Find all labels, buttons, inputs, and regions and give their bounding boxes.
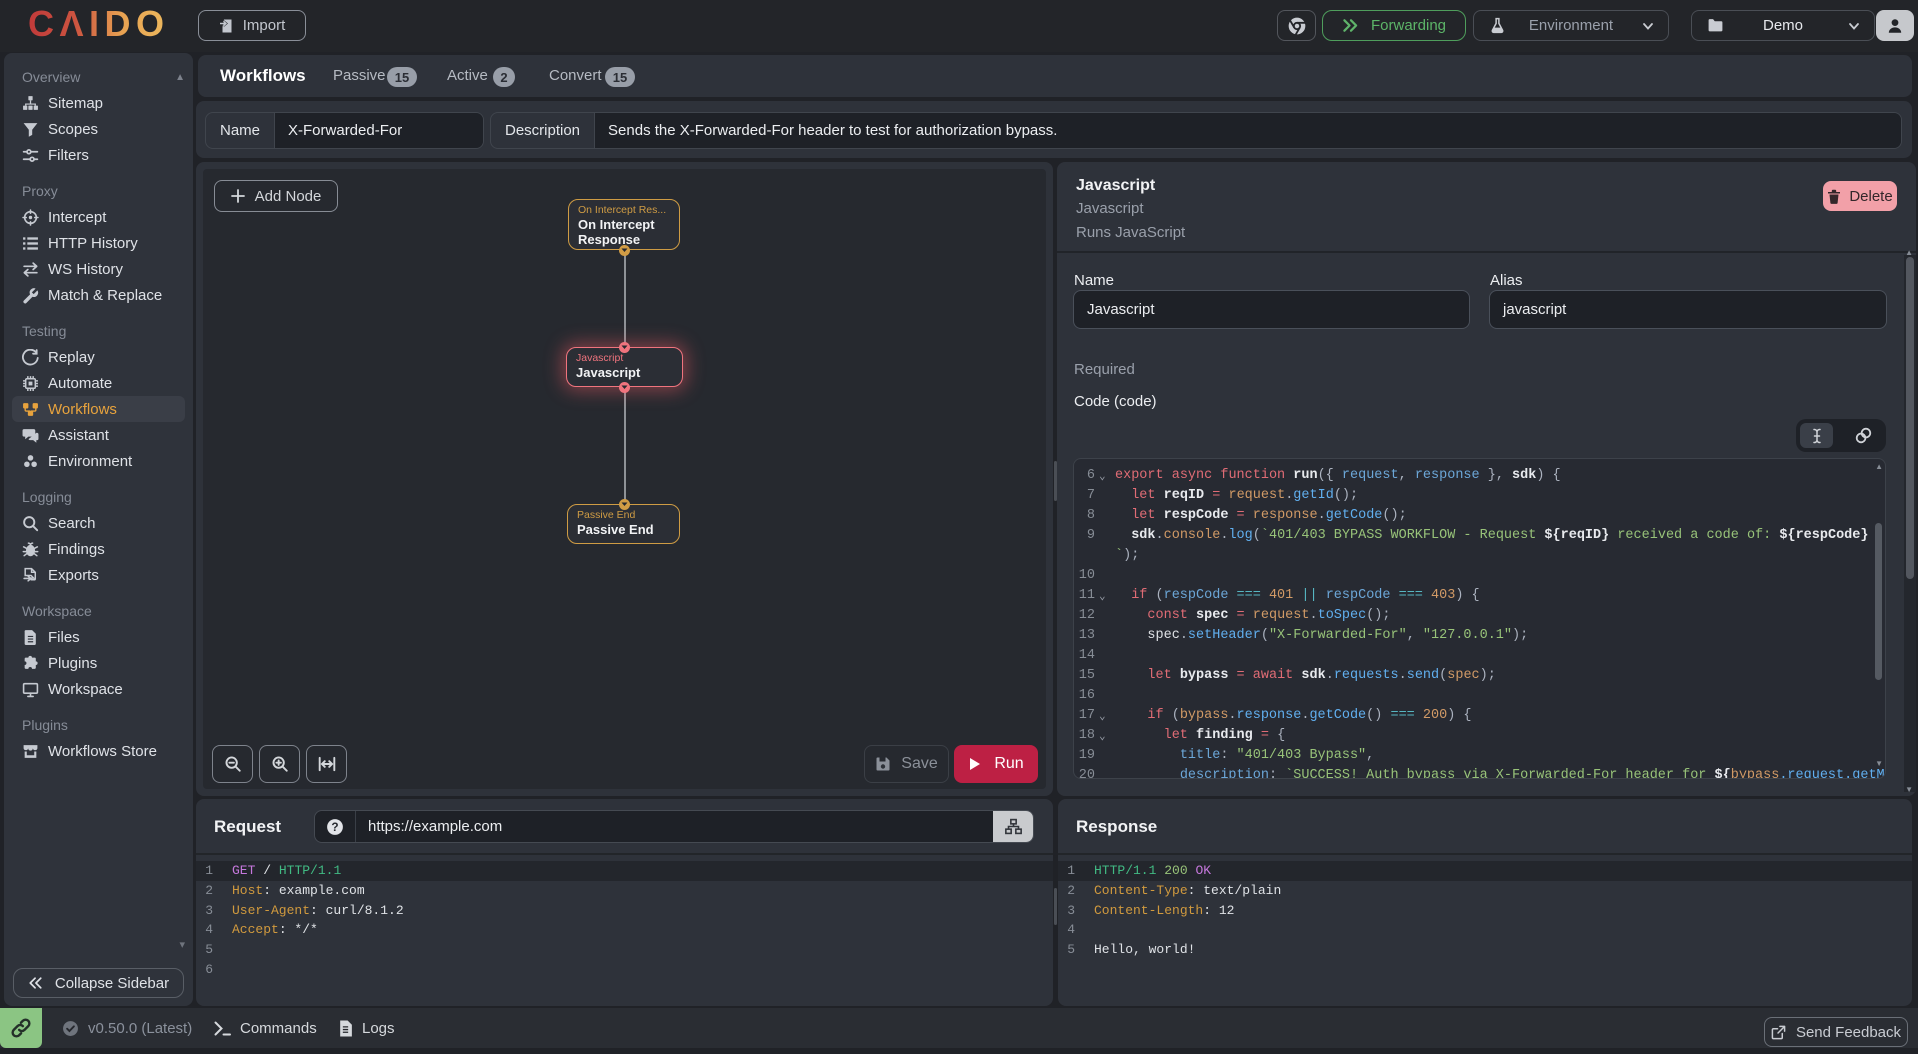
- svg-text:?: ?: [331, 819, 338, 833]
